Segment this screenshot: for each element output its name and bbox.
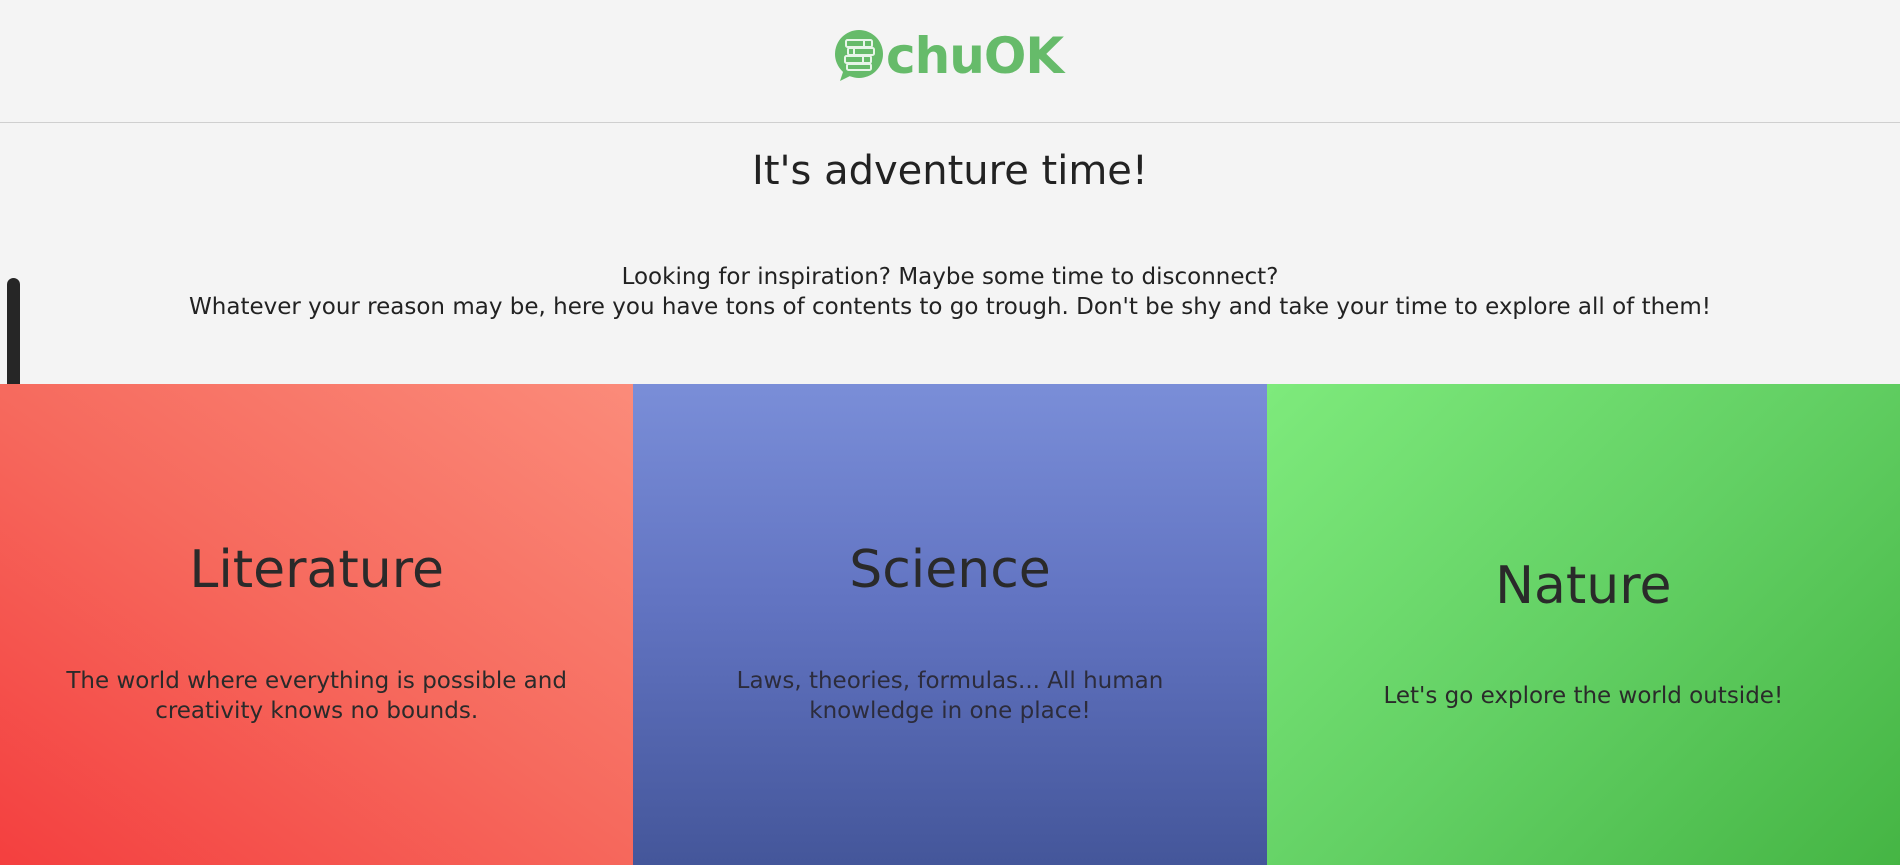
category-title: Nature bbox=[1495, 556, 1672, 616]
category-card-literature[interactable]: Literature The world where everything is… bbox=[0, 384, 634, 865]
logo-text: chuOK bbox=[886, 27, 1064, 85]
intro-line-2: Whatever your reason may be, here you ha… bbox=[189, 294, 1711, 320]
site-header: chuOK bbox=[0, 0, 1900, 123]
category-card-nature[interactable]: Nature Let's go explore the world outsid… bbox=[1266, 384, 1900, 865]
category-title: Literature bbox=[189, 540, 444, 600]
category-description: Let's go explore the world outside! bbox=[1383, 683, 1784, 709]
books-chat-icon bbox=[834, 29, 888, 83]
category-title: Science bbox=[849, 540, 1051, 600]
category-description: The world where everything is possible a… bbox=[66, 668, 567, 724]
category-cards: Literature The world where everything is… bbox=[0, 384, 1900, 865]
intro-description: Looking for inspiration? Maybe some time… bbox=[0, 262, 1900, 322]
category-card-science[interactable]: Science Laws, theories, formulas... All … bbox=[633, 384, 1267, 865]
page-title: It's adventure time! bbox=[752, 148, 1148, 194]
logo[interactable]: chuOK bbox=[834, 24, 1064, 88]
category-description: Laws, theories, formulas... All human kn… bbox=[736, 668, 1164, 724]
intro-line-1: Looking for inspiration? Maybe some time… bbox=[621, 264, 1279, 290]
